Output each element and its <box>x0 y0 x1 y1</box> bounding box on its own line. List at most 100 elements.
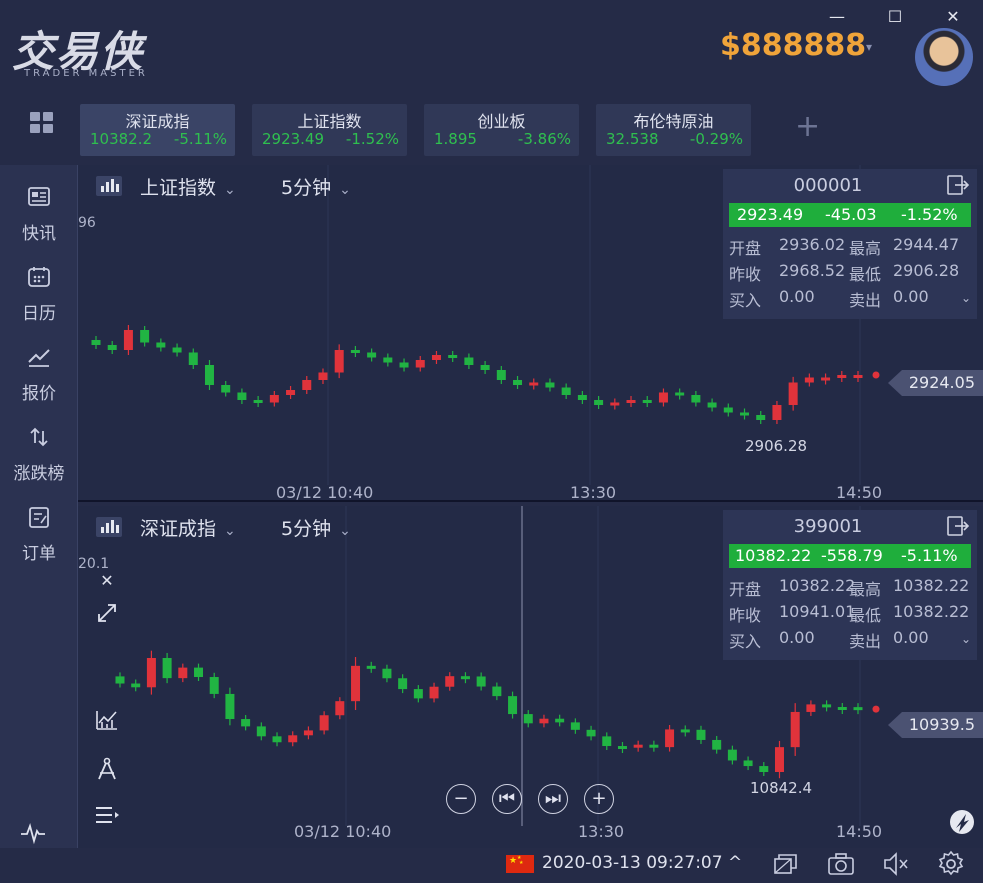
grid-menu-icon[interactable] <box>30 112 54 134</box>
low-value: 2906.28 <box>893 261 960 280</box>
symbol-name: 深证成指 <box>140 518 217 540</box>
quote-panel: 000001 2923.49 -45.03 -1.52% 开盘 2936.02 … <box>723 169 977 319</box>
add-ticker-button[interactable]: + <box>795 112 820 142</box>
high-label: 最高 <box>849 239 882 258</box>
prev-close-value: 2968.52 <box>779 261 846 280</box>
chart-panel-sse: 上证指数 ⌄ 5分钟 ⌄ 96 000001 2923.49 -45.03 -1.5… <box>78 165 983 502</box>
zoom-in-button[interactable]: + <box>584 784 614 814</box>
sell-value: 0.00 <box>893 287 929 306</box>
jump-end-button[interactable]: ⏭ <box>538 784 568 814</box>
layers-icon[interactable] <box>772 850 800 878</box>
candle-body <box>269 395 279 403</box>
ticker-value: 10382.2 <box>90 130 153 148</box>
candle-body <box>626 400 636 403</box>
chevron-down-icon: ⌄ <box>224 182 236 198</box>
candle-body <box>188 352 198 365</box>
candle-body <box>272 736 282 743</box>
chart-panel-szse: 深证成指 ⌄ 5分钟 ⌄ 20.1 399001 10382.22 -558.79 … <box>21 506 983 848</box>
candle-body <box>610 402 620 406</box>
candle-body <box>513 380 523 385</box>
avatar[interactable] <box>915 28 973 86</box>
period-selector[interactable]: 5分钟 ⌄ <box>281 173 351 200</box>
chart-type-icon[interactable] <box>96 517 122 537</box>
china-flag-icon[interactable]: ★ ★ ★ <box>506 855 534 873</box>
chart-type-icon[interactable] <box>96 176 122 196</box>
ticker-sse-composite[interactable]: 上证指数 2923.49 -1.52% <box>252 104 407 156</box>
menu-list-icon[interactable] <box>94 802 120 828</box>
minimize-button[interactable]: — <box>826 6 848 28</box>
candle-body <box>774 747 784 772</box>
candle-body <box>335 701 345 716</box>
candle-body <box>253 400 263 403</box>
candle-body <box>237 392 247 400</box>
period-selector[interactable]: 5分钟 ⌄ <box>281 514 351 541</box>
ticker-szse-component[interactable]: 深证成指 10382.2 -5.11% <box>80 104 235 156</box>
account-balance[interactable]: $888888 <box>720 28 866 63</box>
candle-body <box>123 330 133 350</box>
pulse-icon[interactable] <box>20 820 46 846</box>
mute-icon[interactable] <box>882 850 910 878</box>
sidebar-item-orders[interactable]: 订单 <box>0 505 78 575</box>
expand-icon[interactable] <box>94 600 120 626</box>
calendar-icon <box>28 267 50 287</box>
candle-body <box>383 357 393 363</box>
ticker-change: -5.11% <box>173 130 227 148</box>
chevron-down-icon[interactable]: ⌄ <box>961 632 971 646</box>
candle-body <box>209 677 219 694</box>
symbol-selector[interactable]: 深证成指 ⌄ <box>140 514 236 541</box>
x-tick-label: 03/12 10:40 <box>276 483 374 502</box>
maximize-button[interactable]: ☐ <box>884 6 906 28</box>
chevron-down-icon[interactable]: ⌄ <box>961 291 971 305</box>
exit-icon[interactable] <box>947 516 969 536</box>
low-marker-label: 10842.4 <box>750 779 813 797</box>
prev-close-label: 昨收 <box>729 265 762 284</box>
exit-icon[interactable] <box>947 175 969 195</box>
zoom-out-button[interactable]: − <box>446 784 476 814</box>
quote-chart-icon <box>28 349 50 367</box>
ticker-change: -1.52% <box>345 130 399 148</box>
sidebar-item-news[interactable]: 快讯 <box>0 185 78 255</box>
candle-body <box>712 739 722 750</box>
symbol-selector[interactable]: 上证指数 ⌄ <box>140 173 236 200</box>
close-button[interactable]: ✕ <box>942 6 964 28</box>
candle-body <box>740 412 750 416</box>
candle-body <box>837 707 847 711</box>
candle-body <box>194 667 204 678</box>
close-icon[interactable]: ✕ <box>94 568 120 594</box>
candle-body <box>146 658 156 688</box>
candle-body <box>696 729 706 740</box>
ticker-brent-crude[interactable]: 布伦特原油 32.538 -0.29% <box>596 104 751 156</box>
gear-icon[interactable] <box>937 850 965 878</box>
price-change-pct: -1.52% <box>901 205 958 224</box>
x-tick-label: 13:30 <box>578 822 625 841</box>
candle-body <box>649 744 659 748</box>
indicator-icon[interactable] <box>94 706 120 732</box>
candle-body <box>429 686 439 699</box>
ticker-chinext[interactable]: 创业板 1.895 -3.86% <box>424 104 579 156</box>
chevron-down-icon[interactable]: ▾ <box>866 40 872 54</box>
high-label: 最高 <box>849 580 882 599</box>
sidebar: 快讯 日历 报价 涨跌榜 订单 <box>0 165 78 848</box>
candle-body <box>107 345 117 350</box>
jump-start-button[interactable]: ⏮ <box>492 784 522 814</box>
candle-body <box>743 760 753 767</box>
datetime-display[interactable]: 2020-03-13 09:27:07 ^ <box>542 853 742 873</box>
candle-body <box>91 340 101 345</box>
sidebar-item-quotes[interactable]: 报价 <box>0 345 78 415</box>
candle-body <box>806 704 816 712</box>
last-price-dot <box>872 371 880 379</box>
candle-body <box>431 355 441 360</box>
camera-icon[interactable] <box>827 850 855 878</box>
app-window: 交易侠 TRADER MASTER $888888 ▾ — ☐ ✕ 深证成指 1… <box>0 0 983 883</box>
candle-body <box>398 678 408 690</box>
sidebar-item-calendar[interactable]: 日历 <box>0 265 78 335</box>
sidebar-item-movers[interactable]: 涨跌榜 <box>0 425 78 495</box>
candle-body <box>837 375 847 378</box>
last-price-tag: 2924.05 <box>888 370 983 396</box>
candle-body <box>633 744 643 748</box>
sidebar-item-label: 快讯 <box>22 224 56 244</box>
candle-body <box>319 715 329 731</box>
x-tick-label: 14:50 <box>836 483 883 502</box>
compass-draw-icon[interactable] <box>94 756 120 782</box>
candle-body <box>225 693 235 720</box>
